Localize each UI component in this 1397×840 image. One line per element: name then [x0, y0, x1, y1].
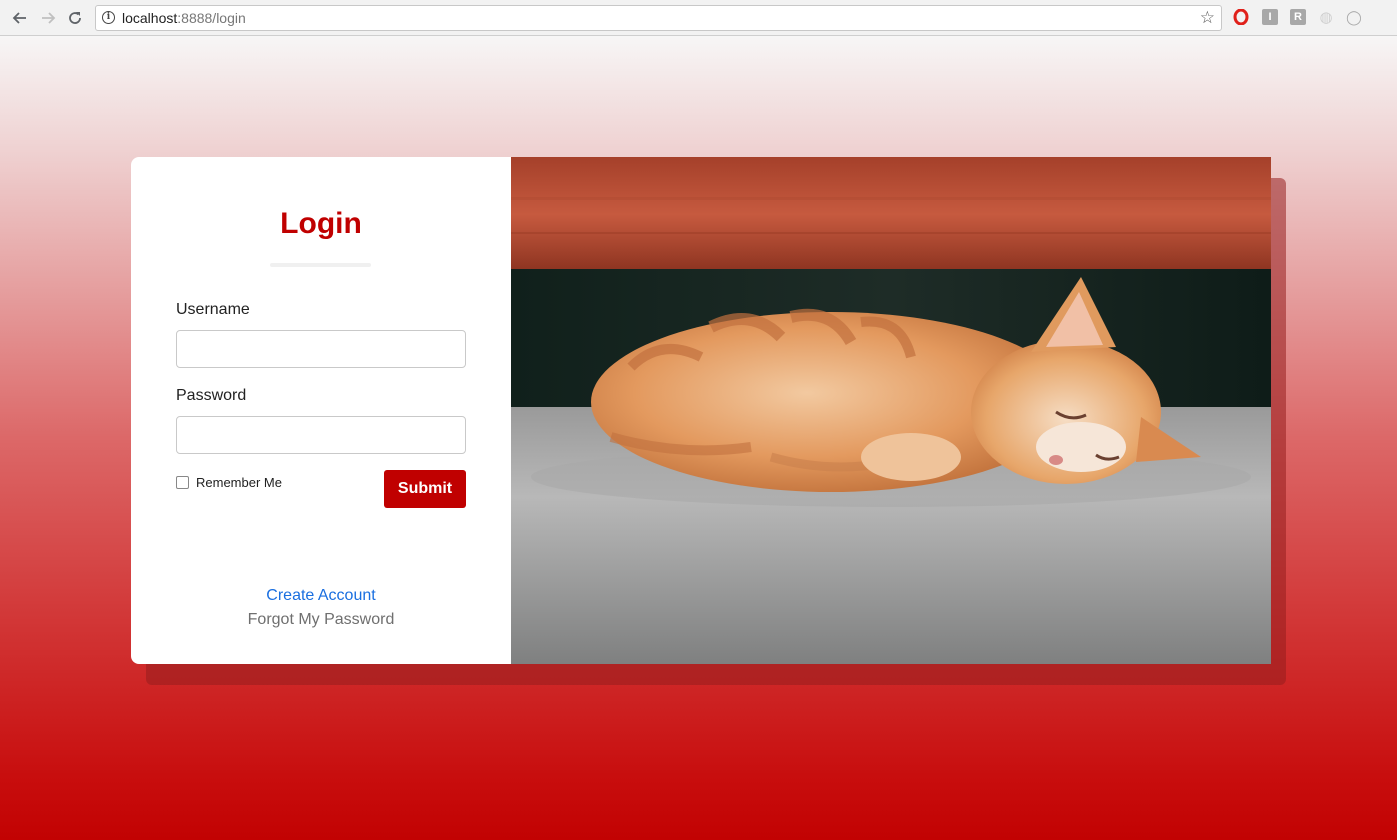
url-text[interactable]: localhost:8888/login: [122, 10, 246, 26]
circle-extension-icon[interactable]: ◯: [1346, 9, 1362, 25]
forward-arrow-icon[interactable]: [36, 6, 60, 30]
r-extension-icon[interactable]: R: [1290, 9, 1306, 25]
forgot-password-link[interactable]: Forgot My Password: [131, 611, 511, 629]
browser-toolbar: i localhost:8888/login ☆ I R ◍ ◯: [0, 0, 1397, 36]
username-label: Username: [176, 301, 250, 318]
remember-me-label[interactable]: Remember Me: [196, 475, 282, 490]
info-icon[interactable]: i: [102, 11, 115, 24]
url-path: :8888/login: [177, 10, 246, 26]
reload-icon[interactable]: [63, 6, 87, 30]
opera-extension-icon[interactable]: [1233, 9, 1249, 25]
remember-me-checkbox[interactable]: [176, 476, 189, 489]
login-form: Login Username Password Remember Me Subm…: [131, 157, 511, 664]
swirl-extension-icon[interactable]: ◍: [1318, 9, 1334, 26]
password-label: Password: [176, 387, 247, 404]
remember-me[interactable]: Remember Me: [176, 475, 282, 490]
submit-button[interactable]: Submit: [384, 470, 466, 508]
page-title: Login: [280, 207, 362, 240]
password-input[interactable]: [176, 416, 466, 454]
address-bar[interactable]: i localhost:8888/login ☆: [95, 5, 1222, 31]
sleeping-kitten-image: [511, 157, 1271, 664]
i-extension-icon[interactable]: I: [1262, 9, 1278, 25]
login-card: Login Username Password Remember Me Subm…: [131, 157, 1271, 664]
bookmark-star-icon[interactable]: ☆: [1200, 8, 1215, 28]
url-host: localhost: [122, 10, 178, 26]
back-arrow-icon[interactable]: [8, 6, 32, 30]
create-account-link[interactable]: Create Account: [131, 587, 511, 605]
username-input[interactable]: [176, 330, 466, 368]
title-divider: [270, 263, 371, 267]
page-background: Login Username Password Remember Me Subm…: [0, 36, 1397, 840]
